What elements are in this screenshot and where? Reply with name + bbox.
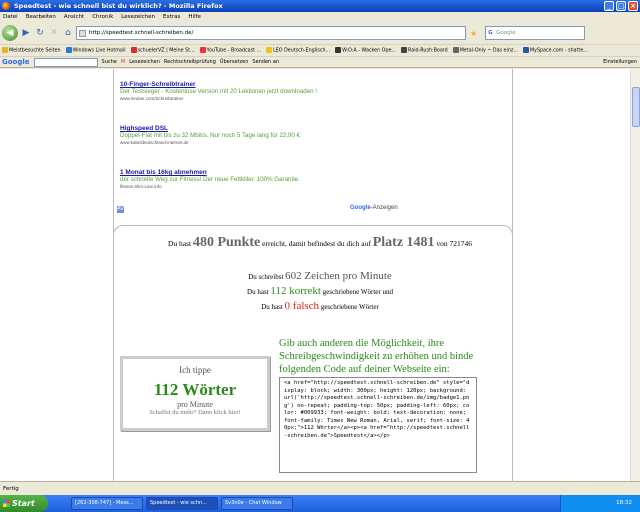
ad-item[interactable]: 1 Monat bis 16kg abnehmen der schnelle W… [120,169,360,189]
back-button[interactable]: ◀ [2,25,18,41]
taskbar-item[interactable]: Sv3n0e - Chat Window [221,497,293,510]
rank-value: Platz 1481 [372,235,435,250]
ad-url: www.neuber.com/Schreibtrainer [120,96,184,101]
page-content: 10-Finger-Schreibtrainer Der Testsieger … [0,69,630,481]
ad-description: Doppel-Flat mit bis zu 32 Mbit/s. Nur no… [120,132,301,139]
url-text: http://speedtest.schnell-schreiben.de/ [89,30,194,36]
hotmail-icon [65,47,72,54]
menu-datei[interactable]: Datei [3,14,18,20]
status-text: Fertig [3,485,19,492]
ad-title[interactable]: Highspeed DSL [120,125,360,132]
menu-bearbeiten[interactable]: Bearbeiten [26,14,56,20]
close-button[interactable]: × [628,1,638,11]
windows-taskbar: Start [262-308-747] - Mess... Speedtest … [0,495,640,512]
ad-url: www.kabeldeutschland-internet.de [120,140,189,145]
bookmarks-toolbar: Meistbesuchte Seiten Windows Live Hotmai… [0,44,640,56]
reload-button[interactable]: ↻ [34,26,46,40]
wrong-words-line: Du hast 0 falsch geschriebene Wörter [261,300,379,312]
bookmark-item[interactable]: MySpace.com - shatte... [522,47,588,54]
scrollbar-thumb[interactable] [632,87,640,127]
title-bar: Speedtest - wie schnell bist du wirklich… [0,0,640,12]
leo-icon [266,47,273,54]
ad-title[interactable]: 1 Monat bis 16kg abnehmen [120,169,360,176]
page-favicon [79,30,86,37]
bookmark-item[interactable]: LEO Deutsch-Englisch... [266,47,330,54]
ad-item[interactable]: Highspeed DSL Doppel-Flat mit bis zu 32 … [120,125,360,145]
menu-ansicht[interactable]: Ansicht [64,14,84,20]
youtube-icon [199,47,206,54]
bookmark-item[interactable]: Meistbesuchte Seiten [2,47,61,54]
taskbar-item[interactable]: [262-308-747] - Mess... [71,497,143,510]
maximize-button[interactable]: □ [616,1,626,11]
menu-extras[interactable]: Extras [163,14,180,20]
status-bar: Fertig [0,481,640,495]
bookmark-item[interactable]: Metal-Only ~ Das einz... [452,47,518,54]
address-bar[interactable]: http://speedtest.schnell-schreiben.de/ [76,26,466,40]
bookmark-star-icon[interactable]: ★ [470,29,477,38]
settings-button[interactable]: Einstellungen [603,59,640,65]
ad-url: fitness.Slim-Line.info [120,184,162,189]
google-bookmarks-button[interactable]: Lesezeichen [129,59,160,65]
spellcheck-button[interactable]: Rechtschreibprüfung [164,59,216,65]
ad-nav-icons[interactable]: AV [117,206,125,213]
send-to-button[interactable]: Senden an [252,59,279,65]
google-search-icon: G [488,30,493,36]
menu-bar: Datei Bearbeiten Ansicht Chronik Lesezei… [0,12,640,22]
chars-per-minute-line: Du schreibst 602 Zeichen pro Minute [248,270,392,282]
google-ads-label: Google-Anzeigen [350,205,398,211]
minimize-button[interactable]: _ [604,1,614,11]
ad-title[interactable]: 10-Finger-Schreibtrainer [120,81,360,88]
home-button[interactable]: ⌂ [62,26,74,40]
badge-value: 112 Wörter [153,380,237,399]
start-button[interactable]: Start [0,495,48,512]
promo-text: Gib auch anderen die Möglichkeit, ihre S… [279,338,474,375]
bookmark-item[interactable]: W:O:A - Wacken Ope... [335,47,396,54]
vertical-scrollbar[interactable] [630,69,640,481]
bookmark-item[interactable]: Raid-Rush:Board [401,47,448,54]
system-tray: 18:32 [560,495,640,512]
menu-lesezeichen[interactable]: Lesezeichen [121,14,155,20]
taskbar-item[interactable]: Speedtest - wie schn... [146,497,218,510]
myspace-icon [522,47,529,54]
firefox-icon [2,2,10,10]
google-search-button[interactable]: Suche [102,59,117,65]
clock: 18:32 [616,500,632,506]
google-toolbar: Google Suche M Lesezeichen Rechtschreibp… [0,56,640,68]
menu-chronik[interactable]: Chronik [92,14,113,20]
ad-description: Der Testsieger - Kostenlose Version mit … [120,88,317,95]
translate-button[interactable]: Übersetzen [220,59,248,65]
ad-item[interactable]: 10-Finger-Schreibtrainer Der Testsieger … [120,81,360,101]
navigation-bar: ◀ ▶ ↻ ✕ ⌂ http://speedtest.schnell-schre… [0,22,640,44]
forward-button[interactable]: ▶ [20,26,32,40]
rank-line: Du hast 480 Punkte erreicht, damit befin… [167,235,473,250]
woa-icon [335,47,342,54]
gmail-icon[interactable]: M [121,59,125,65]
bookmark-item[interactable]: schuelerVZ | Meine St... [130,47,195,54]
raid-icon [401,47,408,54]
score-value: 480 Punkte [192,235,261,250]
stop-button[interactable]: ✕ [48,26,60,40]
folder-icon [2,47,8,54]
search-input[interactable]: G Google [485,26,586,40]
vz-icon [130,47,137,54]
google-toolbar-input[interactable] [33,57,98,67]
correct-words-line: Du hast 112 korrekt geschriebene Wörter … [247,285,393,297]
google-logo: Google [2,58,30,66]
bookmark-item[interactable]: Windows Live Hotmail [65,47,126,54]
bookmark-item[interactable]: YouTube - Broadcast ... [199,47,261,54]
metal-icon [452,47,459,54]
speed-badge[interactable]: Ich tippe 112 Wörter pro Minute Schaffst… [120,356,270,431]
window-title: Speedtest - wie schnell bist du wirklich… [14,2,223,10]
ad-description: der schnelle Weg zur Fitness! Der neue F… [120,176,300,183]
search-placeholder: Google [496,30,516,36]
menu-hilfe[interactable]: Hilfe [188,14,201,20]
embed-code-textarea[interactable]: <a href="http://speedtest.schnell-schrei… [279,377,477,473]
